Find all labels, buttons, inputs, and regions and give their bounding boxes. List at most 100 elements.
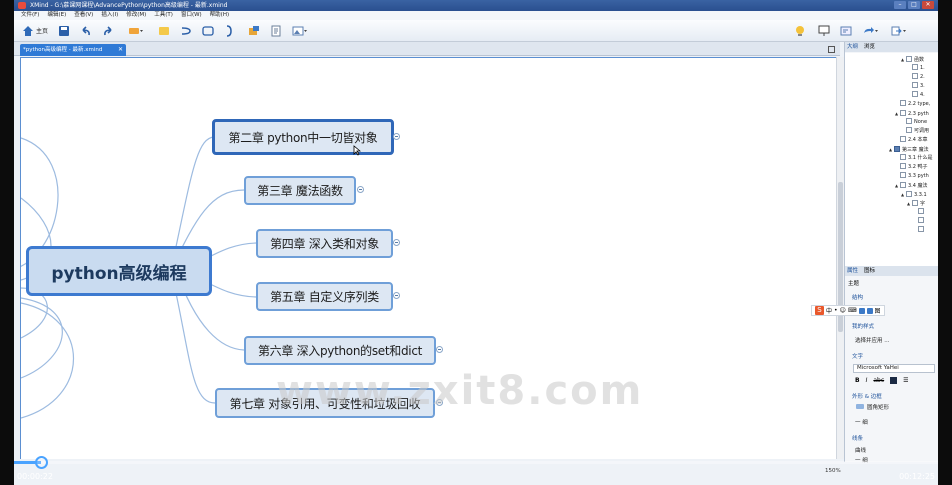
- outline-tree[interactable]: ▲ 函数 1. 2. 3. 4. 2.2 type, ▲ 2.3 pyth None 可调用 2.4 …: [845, 53, 938, 266]
- strikethrough-icon[interactable]: abc: [873, 377, 884, 384]
- current-time: 00:00:22: [17, 472, 53, 481]
- outline-row[interactable]: ▲ 第三章 魔法: [889, 145, 929, 154]
- expand-icon[interactable]: [393, 133, 400, 140]
- menu-view[interactable]: 查看(V): [74, 11, 93, 20]
- menu-file[interactable]: 文件(F): [21, 11, 39, 20]
- toolbar: 主页: [14, 20, 938, 42]
- mindmap-canvas[interactable]: python高级编程 第二章 python中一切皆对象 第三章 魔法函数 第四章…: [20, 57, 836, 459]
- menu-edit[interactable]: 编辑(E): [47, 11, 66, 20]
- outline-row[interactable]: 2.: [907, 73, 925, 82]
- progress-track[interactable]: [14, 461, 938, 464]
- outline-row[interactable]: [913, 226, 926, 235]
- present-icon[interactable]: [818, 25, 830, 37]
- home-label[interactable]: 主页: [36, 26, 48, 35]
- section-structure[interactable]: 结构: [852, 293, 863, 301]
- section-shape-border[interactable]: 外形 & 边框: [852, 392, 882, 400]
- tab-icons[interactable]: 图标: [864, 266, 875, 276]
- marker-icon[interactable]: [248, 25, 260, 37]
- font-color-swatch[interactable]: [890, 377, 898, 384]
- menu-modify[interactable]: 修改(M): [126, 11, 146, 20]
- relationship-icon[interactable]: [180, 25, 192, 37]
- progress-knob[interactable]: [35, 456, 48, 469]
- expand-icon[interactable]: [357, 186, 364, 193]
- close-window-button[interactable]: ✕: [922, 1, 934, 9]
- home-icon[interactable]: [22, 25, 34, 37]
- ime-tools-icon[interactable]: [866, 307, 873, 314]
- boundary-icon[interactable]: [202, 25, 214, 37]
- share-icon[interactable]: [862, 25, 880, 37]
- topic-node-icon: [912, 64, 918, 70]
- border-line-value[interactable]: 一 细: [855, 418, 868, 426]
- maximize-button[interactable]: □: [908, 1, 920, 9]
- topic-chapter-4[interactable]: 第四章 深入类和对象: [256, 229, 393, 258]
- outline-row[interactable]: [913, 208, 926, 217]
- outline-row[interactable]: 3.2 鸭子: [895, 163, 928, 172]
- gantt-icon[interactable]: [840, 25, 852, 37]
- align-icon[interactable]: ☰: [903, 377, 908, 384]
- minimize-button[interactable]: –: [894, 1, 906, 9]
- menu-insert[interactable]: 插入(I): [101, 11, 118, 20]
- tab-properties[interactable]: 属性: [847, 266, 858, 276]
- menu-tools[interactable]: 工具(T): [154, 11, 173, 20]
- menu-window[interactable]: 窗口(W): [181, 11, 202, 20]
- summary-icon[interactable]: [224, 25, 236, 37]
- font-select[interactable]: Microsoft YaHei: [853, 364, 935, 373]
- section-lines[interactable]: 线条: [852, 434, 863, 442]
- note-icon[interactable]: [158, 25, 170, 37]
- maximize-editor-icon[interactable]: [828, 46, 835, 53]
- outline-row[interactable]: 可调用: [901, 127, 929, 136]
- outline-row[interactable]: [913, 217, 926, 226]
- central-topic[interactable]: python高级编程: [26, 246, 212, 296]
- outline-row[interactable]: 1.: [907, 64, 925, 73]
- close-tab-icon[interactable]: ✕: [118, 44, 123, 56]
- ime-skin-icon[interactable]: [858, 307, 865, 314]
- redo-icon[interactable]: [102, 25, 114, 37]
- window-controls: – □ ✕: [894, 1, 934, 9]
- section-my-style[interactable]: 我的样式: [852, 322, 874, 330]
- export-icon[interactable]: [890, 25, 908, 37]
- outline-row[interactable]: None: [901, 118, 927, 127]
- expand-icon[interactable]: [436, 346, 443, 353]
- undo-icon[interactable]: [80, 25, 92, 37]
- ime-emoji[interactable]: ☺: [840, 307, 846, 314]
- outline-row[interactable]: 2.4 本章: [895, 136, 928, 145]
- topic-chapter-5[interactable]: 第五章 自定义序列类: [256, 282, 393, 311]
- outline-row-label: 函数: [914, 57, 925, 63]
- expand-icon[interactable]: [393, 239, 400, 246]
- topic-node-icon: [900, 100, 906, 106]
- image-icon[interactable]: [292, 25, 308, 37]
- bold-icon[interactable]: B: [855, 377, 860, 384]
- ime-keyboard[interactable]: ⌨: [848, 307, 857, 314]
- expand-icon[interactable]: [393, 292, 400, 299]
- section-text[interactable]: 文字: [852, 352, 863, 360]
- outline-row[interactable]: ▲ 函数: [901, 55, 924, 64]
- menu-help[interactable]: 帮助(H): [210, 11, 229, 20]
- outline-row[interactable]: ▲ 3.4 魔法: [895, 181, 928, 190]
- topic-chapter-3[interactable]: 第三章 魔法函数: [244, 176, 356, 205]
- ime-punctuation[interactable]: •: [834, 307, 838, 314]
- outline-row[interactable]: 2.2 type,: [895, 100, 930, 109]
- canvas-vertical-scrollbar[interactable]: [836, 57, 844, 459]
- topic-node-icon: [906, 127, 912, 133]
- style-value[interactable]: 选择并应用 ...: [855, 336, 890, 344]
- topic-insert-icon[interactable]: [128, 25, 144, 37]
- document-tab[interactable]: *python高级编程 - 最新.xmind ✕: [20, 44, 126, 56]
- outline-row[interactable]: ▲ 3.3.1: [901, 190, 927, 199]
- tab-browse[interactable]: 浏览: [864, 42, 875, 52]
- ime-chinese-mode[interactable]: 中: [826, 306, 832, 315]
- outline-row[interactable]: 3.1 什么是: [895, 154, 933, 163]
- italic-icon[interactable]: I: [866, 377, 868, 384]
- topic-chapter-6[interactable]: 第六章 深入python的set和dict: [244, 336, 436, 365]
- topic-chapter-2[interactable]: 第二章 python中一切皆对象: [212, 119, 394, 155]
- tip-icon[interactable]: [794, 25, 806, 37]
- shape-select[interactable]: 圆角矩形: [853, 404, 935, 413]
- outline-row[interactable]: 3.3 pyth: [895, 172, 929, 181]
- save-icon[interactable]: [58, 25, 70, 37]
- outline-row[interactable]: 4.: [907, 91, 925, 100]
- outline-row[interactable]: 3.: [907, 82, 925, 91]
- outline-row[interactable]: ▲ 2.3 pyth: [895, 109, 929, 118]
- tab-outline[interactable]: 大纲: [847, 42, 858, 52]
- line-style-value[interactable]: 曲线: [855, 446, 866, 454]
- label-icon[interactable]: [270, 25, 282, 37]
- outline-row[interactable]: ▲ 字: [907, 199, 925, 208]
